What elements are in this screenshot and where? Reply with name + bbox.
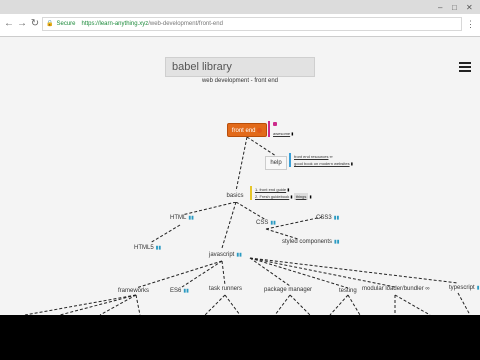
node-help[interactable]: help (265, 156, 287, 170)
lock-icon: 🔒 (46, 21, 54, 27)
badge-icon (257, 127, 263, 133)
node-label: javascript (209, 252, 235, 258)
secure-label: Secure (56, 21, 76, 27)
close-icon[interactable]: ✕ (466, 4, 473, 12)
reload-icon[interactable]: ↻ (29, 18, 41, 30)
node-css3[interactable]: CSS3 ▮▮ (316, 215, 339, 221)
book-icon: ▮▮ (188, 215, 194, 221)
resource-link-awesome[interactable]: awesome (273, 131, 290, 136)
maximize-icon[interactable]: □ (452, 4, 457, 12)
book-icon: ▮▮ (236, 252, 242, 258)
resource-badge-icon (273, 122, 277, 126)
minimize-icon[interactable]: – (438, 4, 442, 12)
book-icon: ▮▮ (333, 215, 340, 221)
link-icon: ∞ (425, 286, 430, 292)
book-icon: ▮ (291, 131, 294, 136)
node-basics[interactable]: basics (224, 191, 246, 202)
browser-chrome: – □ ✕ ← → ↻ 🔒 Secure https://learn-anythin… (0, 0, 480, 37)
node-label: modular loader/bundler (362, 286, 424, 292)
link-icon: ∞ (329, 154, 333, 159)
basics-resources: 1. front end guide ▮ 2. Fresh guidebook … (250, 186, 312, 200)
node-testing[interactable]: testing (339, 288, 357, 294)
book-icon: ▮ (350, 161, 353, 166)
back-icon[interactable]: ← (3, 18, 15, 30)
node-front-end[interactable]: front end (227, 123, 267, 137)
node-label: CSS (256, 220, 269, 226)
node-label: styled components (282, 239, 333, 245)
letterbox-bottom (0, 315, 480, 360)
address-bar[interactable]: 🔒 Secure https://learn-anything.xyz/web-de… (42, 17, 462, 31)
resource-link[interactable]: 1. front end guide (255, 187, 286, 192)
url-path: /web-development/front-end (148, 21, 223, 27)
help-resources: front end resources ∞ good book on moder… (289, 153, 353, 167)
node-javascript[interactable]: javascript ▮▮ (209, 252, 242, 258)
book-icon: ▮ (287, 187, 290, 192)
book-icon: ▮▮ (334, 239, 340, 245)
node-label: HTML5 (134, 245, 154, 251)
book-icon: ▮ (476, 285, 480, 291)
resource-link[interactable]: front end resources (294, 154, 328, 159)
node-task-runners[interactable]: task runners (209, 286, 242, 292)
browser-toolbar: ← → ↻ 🔒 Secure https://learn-anything.xyz/… (0, 14, 480, 37)
resource-link[interactable]: 2. Fresh guidebook (255, 194, 289, 199)
book-icon: ▮ (290, 194, 293, 199)
node-label: ES6 (170, 288, 182, 294)
tab-strip: – □ ✕ (0, 0, 480, 14)
forward-icon[interactable]: → (16, 18, 28, 30)
node-label: front end (231, 128, 256, 134)
book-icon: ▮▮ (155, 245, 162, 251)
node-label: typescript (449, 285, 475, 291)
node-module-bundler[interactable]: modular loader/bundler ∞ (362, 286, 430, 292)
front-end-resources: awesome ▮ (268, 121, 293, 137)
node-label: HTML (170, 215, 187, 221)
node-css[interactable]: CSS ▮▮ (256, 220, 276, 226)
node-html5[interactable]: HTML5 ▮▮ (134, 245, 161, 251)
node-label: CSS3 (316, 215, 332, 221)
mind-map-edges (24, 136, 471, 315)
node-html[interactable]: HTML ▮▮ (170, 215, 194, 221)
book-icon: ▮▮ (183, 288, 189, 294)
book-icon: ▮▮ (270, 220, 276, 226)
node-typescript[interactable]: typescript ▮ (449, 285, 479, 291)
more-vert-icon[interactable]: ⋮ (466, 19, 475, 29)
node-frameworks[interactable]: frameworks (118, 288, 149, 294)
resource-link[interactable]: good book on modern websites (294, 161, 350, 166)
page-viewport: babel library web development - front en… (0, 37, 480, 315)
book-icon: ▮ (309, 194, 312, 199)
resource-link[interactable]: things (293, 193, 309, 200)
node-styled-components[interactable]: styled components ▮▮ (282, 239, 340, 245)
node-es6[interactable]: ES6 ▮▮ (170, 288, 189, 294)
url-host: https://learn-anything.xyz (81, 21, 149, 27)
node-package-manager[interactable]: package manager (264, 287, 312, 293)
